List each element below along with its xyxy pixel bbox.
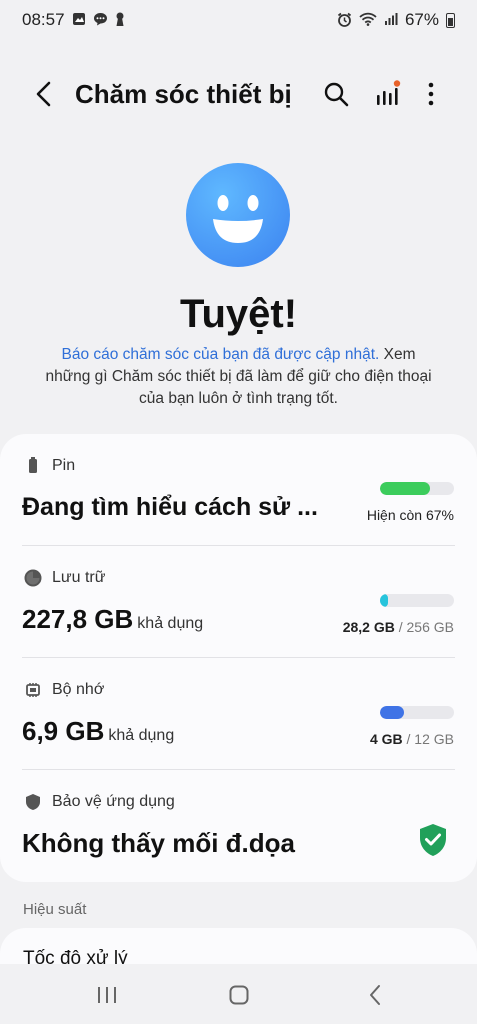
notification-badge [393, 80, 401, 87]
battery-percent: 67% [404, 10, 439, 29]
chevron-left-icon [36, 81, 51, 107]
home-icon [229, 985, 249, 1005]
smiley-face-icon [186, 163, 290, 267]
back-button[interactable] [28, 78, 60, 110]
battery-bar [380, 482, 454, 495]
storage-bar-fill [380, 594, 389, 607]
storage-usage: 28,2 GB / 256 GB [343, 619, 454, 635]
report-link[interactable]: Báo cáo chăm sóc của bạn đã được cập nhậ… [61, 346, 379, 363]
page-title: Chăm sóc thiết bị [75, 79, 292, 109]
memory-bar [380, 706, 454, 719]
app-protection-value: Không thấy mối đ.dọa [22, 828, 295, 858]
storage-label: Lưu trữ [52, 569, 106, 586]
storage-separator: / [394, 619, 407, 635]
status-right: 67% [337, 10, 455, 30]
battery-value: Đang tìm hiểu cách sử ... [22, 493, 318, 521]
memory-chip-icon [26, 683, 40, 697]
memory-unit: khả dụng [108, 727, 175, 744]
result-title: Tuyệt! [179, 292, 298, 336]
storage-bar [380, 594, 454, 607]
memory-bar-fill [380, 706, 405, 719]
performance-header: Hiệu suất [23, 901, 87, 918]
search-button[interactable] [320, 78, 352, 110]
wifi-icon [359, 12, 377, 28]
battery-status: Hiện còn 67% [366, 507, 454, 523]
back-icon [370, 985, 380, 1005]
alarm-icon [337, 12, 352, 29]
app-bar: Chăm sóc thiết bị [0, 66, 477, 122]
memory-separator: / [402, 731, 415, 747]
app-protection-section[interactable]: Bảo vệ ứng dụng Không thấy mối đ.dọa [0, 770, 477, 882]
recents-button[interactable] [92, 980, 122, 1010]
result-description: Báo cáo chăm sóc của bạn đã được cập nhậ… [40, 344, 437, 410]
memory-used: 4 GB [369, 731, 403, 747]
battery-label: Pin [52, 457, 76, 474]
shield-check-icon [420, 824, 446, 856]
chart-icon [377, 80, 401, 105]
status-left: 08:57 [22, 10, 125, 30]
search-icon [324, 82, 349, 107]
status-time: 08:57 [22, 10, 65, 29]
recents-icon [98, 987, 116, 1003]
storage-unit: khả dụng [137, 615, 204, 632]
battery-bar-fill [380, 482, 430, 495]
keyhole-icon [115, 12, 125, 29]
storage-section[interactable]: Lưu trữ 227,8 GB khả dụng 28,2 GB / 256 G… [0, 546, 477, 658]
app-protection-label: Bảo vệ ứng dụng [52, 793, 175, 810]
storage-used: 28,2 GB [342, 619, 395, 635]
storage-amount: 227,8 GB [22, 604, 134, 634]
navigation-bar [0, 964, 477, 1024]
signal-icon [384, 12, 398, 28]
more-icon [428, 82, 434, 106]
memory-total: 12 GB [414, 731, 454, 747]
pie-chart-icon [24, 569, 42, 587]
memory-label: Bộ nhớ [52, 681, 105, 698]
chat-icon [93, 12, 108, 28]
shield-icon [26, 794, 40, 810]
battery-icon [446, 12, 455, 28]
more-options-button[interactable] [415, 78, 447, 110]
status-card: Pin Đang tìm hiểu cách sử ... Hiện còn 6… [0, 434, 477, 882]
memory-amount: 6,9 GB [22, 716, 105, 746]
status-bar: 08:57 67% [0, 0, 477, 40]
storage-total: 256 GB [406, 619, 454, 635]
battery-section[interactable]: Pin Đang tìm hiểu cách sử ... Hiện còn 6… [0, 434, 477, 546]
battery-section-icon [29, 457, 37, 473]
gallery-icon [72, 12, 86, 28]
memory-value: 6,9 GB khả dụng [22, 716, 174, 747]
storage-value: 227,8 GB khả dụng [22, 604, 203, 635]
nav-back-button[interactable] [360, 980, 390, 1010]
memory-section[interactable]: Bộ nhớ 6,9 GB khả dụng 4 GB / 12 GB [0, 658, 477, 770]
home-button[interactable] [224, 980, 254, 1010]
memory-usage: 4 GB / 12 GB [370, 731, 454, 747]
diagnostics-button[interactable] [371, 78, 403, 110]
